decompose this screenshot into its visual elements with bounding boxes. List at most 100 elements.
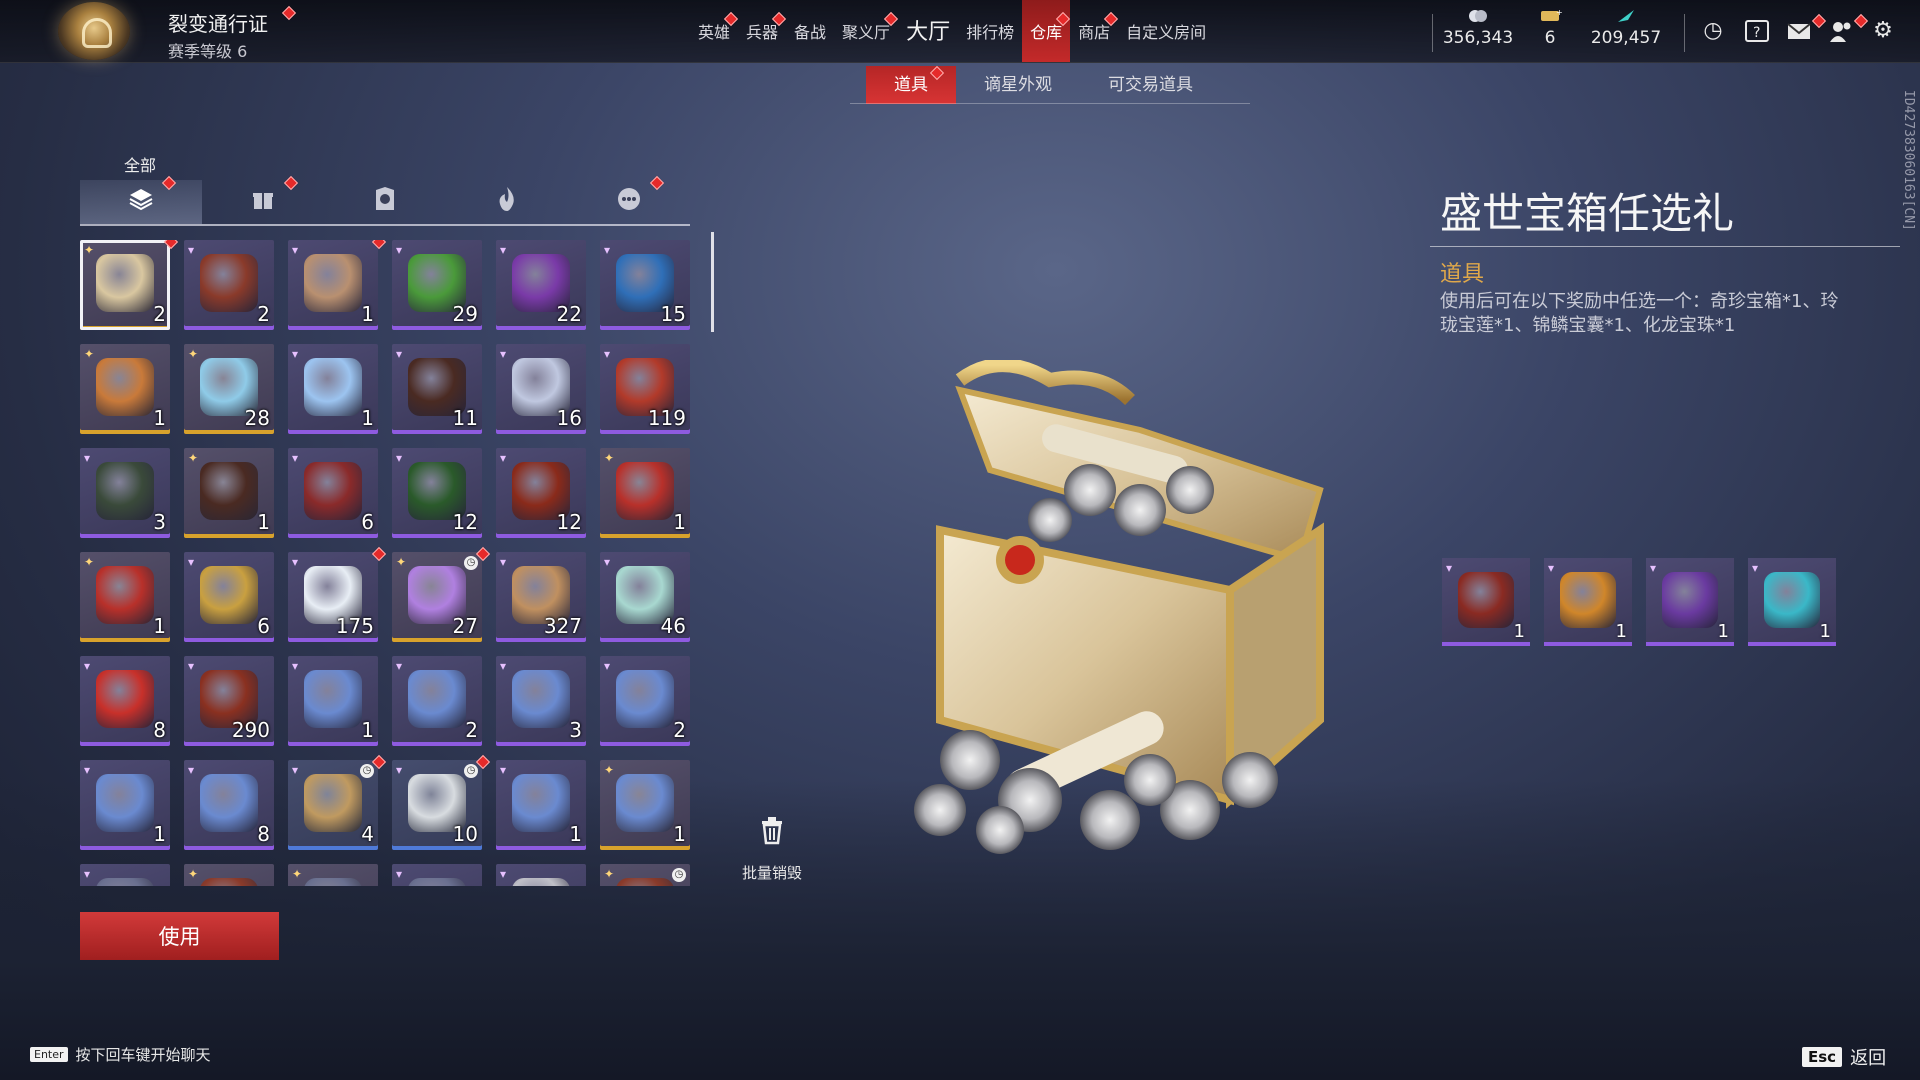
rarity-icon: ▾ bbox=[396, 451, 403, 465]
item-count: 290 bbox=[231, 718, 270, 742]
inventory-slot[interactable]: ▾ 15 bbox=[600, 240, 690, 330]
inventory-slot[interactable]: ▾ bbox=[496, 864, 586, 886]
reward-option[interactable]: ▾ 1 bbox=[1442, 558, 1530, 646]
svg-text:+: + bbox=[1556, 8, 1562, 17]
inventory-slot[interactable]: ▾ ◷ 10 bbox=[392, 760, 482, 850]
inventory-slot[interactable]: ✦ 1 bbox=[184, 448, 274, 538]
inventory-slot[interactable]: ✦ ◷ 27 bbox=[392, 552, 482, 642]
inventory-slot[interactable]: ✦ bbox=[288, 864, 378, 886]
grid-scrollbar[interactable] bbox=[711, 232, 714, 332]
inventory-slot[interactable]: ▾ ◷ 4 bbox=[288, 760, 378, 850]
help-icon[interactable]: ? bbox=[1744, 18, 1770, 44]
nav-item-6[interactable]: 仓库 bbox=[1022, 0, 1071, 62]
divider bbox=[1684, 14, 1685, 52]
storage-subtabs: 道具 谪星外观 可交易道具 bbox=[866, 65, 1221, 104]
nav-item-3[interactable]: 聚义厅 bbox=[834, 0, 899, 62]
inventory-slot[interactable]: ▾ 1 bbox=[288, 656, 378, 746]
inventory-slot[interactable]: ✦ 1 bbox=[80, 344, 170, 434]
inventory-slot[interactable]: ✦ 28 bbox=[184, 344, 274, 434]
inventory-slot[interactable]: ▾ 6 bbox=[184, 552, 274, 642]
item-icon bbox=[616, 878, 674, 886]
friends-icon[interactable] bbox=[1828, 18, 1854, 44]
nav-item-1[interactable]: 兵器 bbox=[738, 0, 787, 62]
inventory-slot[interactable]: ▾ 46 bbox=[600, 552, 690, 642]
category-tab-badge[interactable] bbox=[324, 180, 446, 224]
inventory-slot[interactable]: ▾ 12 bbox=[496, 448, 586, 538]
inventory-slot[interactable]: ▾ 8 bbox=[80, 656, 170, 746]
battle-pass-title[interactable]: 裂变通行证 bbox=[168, 8, 268, 37]
subtab-0[interactable]: 道具 bbox=[866, 65, 956, 104]
inventory-slot[interactable]: ▾ 2 bbox=[184, 240, 274, 330]
category-tabs bbox=[80, 175, 690, 224]
inventory-slot[interactable]: ▾ 6 bbox=[288, 448, 378, 538]
inventory-slot[interactable]: ▾ 175 bbox=[288, 552, 378, 642]
rarity-icon: ✦ bbox=[84, 243, 95, 257]
nav-item-7[interactable]: 商店 bbox=[1070, 0, 1119, 62]
category-tab-gift[interactable] bbox=[202, 175, 324, 224]
mail-icon[interactable] bbox=[1786, 18, 1812, 44]
rarity-icon: ▾ bbox=[396, 867, 403, 881]
inventory-slot[interactable]: ▾ 3 bbox=[80, 448, 170, 538]
inventory-slot[interactable]: ▾ 2 bbox=[600, 656, 690, 746]
reward-option[interactable]: ▾ 1 bbox=[1748, 558, 1836, 646]
inventory-slot[interactable]: ▾ 2 bbox=[392, 656, 482, 746]
inventory-slot[interactable]: ✦ 1 bbox=[80, 552, 170, 642]
subtab-1[interactable]: 谪星外观 bbox=[956, 66, 1080, 104]
inventory-slot[interactable]: ✦ 2 bbox=[80, 240, 170, 330]
item-icon bbox=[408, 670, 466, 728]
inventory-slot[interactable]: ▾ 1 bbox=[80, 760, 170, 850]
rarity-icon: ▾ bbox=[396, 243, 403, 257]
inventory-slot[interactable]: ▾ 1 bbox=[496, 760, 586, 850]
item-icon bbox=[96, 462, 154, 520]
nav-item-4[interactable]: 大厅 bbox=[898, 0, 958, 62]
inventory-slot[interactable]: ✦ bbox=[184, 864, 274, 886]
inventory-slot[interactable]: ✦ 1 bbox=[600, 760, 690, 850]
rarity-icon: ▾ bbox=[500, 347, 507, 361]
inventory-slot[interactable]: ▾ 1 bbox=[288, 344, 378, 434]
rarity-icon: ▾ bbox=[84, 763, 91, 777]
inventory-slot[interactable]: ▾ 11 bbox=[392, 344, 482, 434]
coins-value: 356,343 bbox=[1442, 28, 1514, 48]
inventory-slot[interactable]: ▾ 1 bbox=[288, 240, 378, 330]
subtab-2[interactable]: 可交易道具 bbox=[1080, 66, 1221, 104]
category-tab-more[interactable] bbox=[568, 175, 690, 224]
category-tab-flame[interactable] bbox=[446, 180, 568, 224]
nav-item-8[interactable]: 自定义房间 bbox=[1118, 0, 1214, 62]
inventory-slot[interactable]: ▾ 8 bbox=[184, 760, 274, 850]
nav-item-5[interactable]: 排行榜 bbox=[958, 0, 1022, 62]
inventory-slot[interactable]: ▾ 327 bbox=[496, 552, 586, 642]
category-tab-all[interactable] bbox=[80, 175, 202, 224]
reward-option[interactable]: ▾ 1 bbox=[1646, 558, 1734, 646]
inventory-slot[interactable]: ▾ 12 bbox=[392, 448, 482, 538]
currency-coins: 356,343 bbox=[1440, 8, 1516, 48]
inventory-slot[interactable]: ▾ 3 bbox=[496, 656, 586, 746]
batch-destroy-button[interactable]: 批量销毁 bbox=[742, 815, 802, 883]
reward-option[interactable]: ▾ 1 bbox=[1544, 558, 1632, 646]
inventory-slot[interactable]: ▾ bbox=[392, 864, 482, 886]
battle-pass-emblem[interactable] bbox=[58, 2, 130, 60]
flame-icon bbox=[496, 186, 518, 218]
use-button[interactable]: 使用 bbox=[80, 912, 279, 960]
rarity-icon: ▾ bbox=[500, 243, 507, 257]
item-count: 327 bbox=[543, 614, 582, 638]
inventory-slot[interactable]: ▾ 119 bbox=[600, 344, 690, 434]
gear-icon[interactable]: ⚙ bbox=[1870, 18, 1896, 44]
inventory-slot[interactable]: ▾ 29 bbox=[392, 240, 482, 330]
subtab-divider bbox=[850, 103, 1250, 104]
inventory-grid[interactable]: ✦ 2 ▾ 2 ▾ 1 ▾ 29 ▾ 22 ▾ 15 ✦ 1 ✦ 28 ▾ 1 ▾ 11 ▾ 16 ▾ 119 ▾ 3 ✦ 1 ▾ 6 ▾ 1… bbox=[80, 240, 700, 886]
nav-item-2[interactable]: 备战 bbox=[786, 0, 834, 62]
rarity-icon: ✦ bbox=[188, 347, 199, 361]
inventory-slot[interactable]: ▾ 22 bbox=[496, 240, 586, 330]
inventory-slot[interactable]: ▾ 16 bbox=[496, 344, 586, 434]
inventory-slot[interactable]: ✦ 1 bbox=[600, 448, 690, 538]
back-button[interactable]: Esc 返回 bbox=[1802, 1044, 1886, 1070]
item-count: 27 bbox=[452, 614, 478, 638]
inventory-slot[interactable]: ▾ 290 bbox=[184, 656, 274, 746]
feather-icon bbox=[1618, 10, 1634, 22]
inventory-slot[interactable]: ✦ ◷ bbox=[600, 864, 690, 886]
history-icon[interactable]: ◷ bbox=[1700, 18, 1726, 44]
rarity-icon: ▾ bbox=[188, 243, 195, 257]
nav-item-0[interactable]: 英雄 bbox=[690, 0, 739, 62]
notification-dot bbox=[1811, 13, 1827, 29]
inventory-slot[interactable]: ▾ bbox=[80, 864, 170, 886]
